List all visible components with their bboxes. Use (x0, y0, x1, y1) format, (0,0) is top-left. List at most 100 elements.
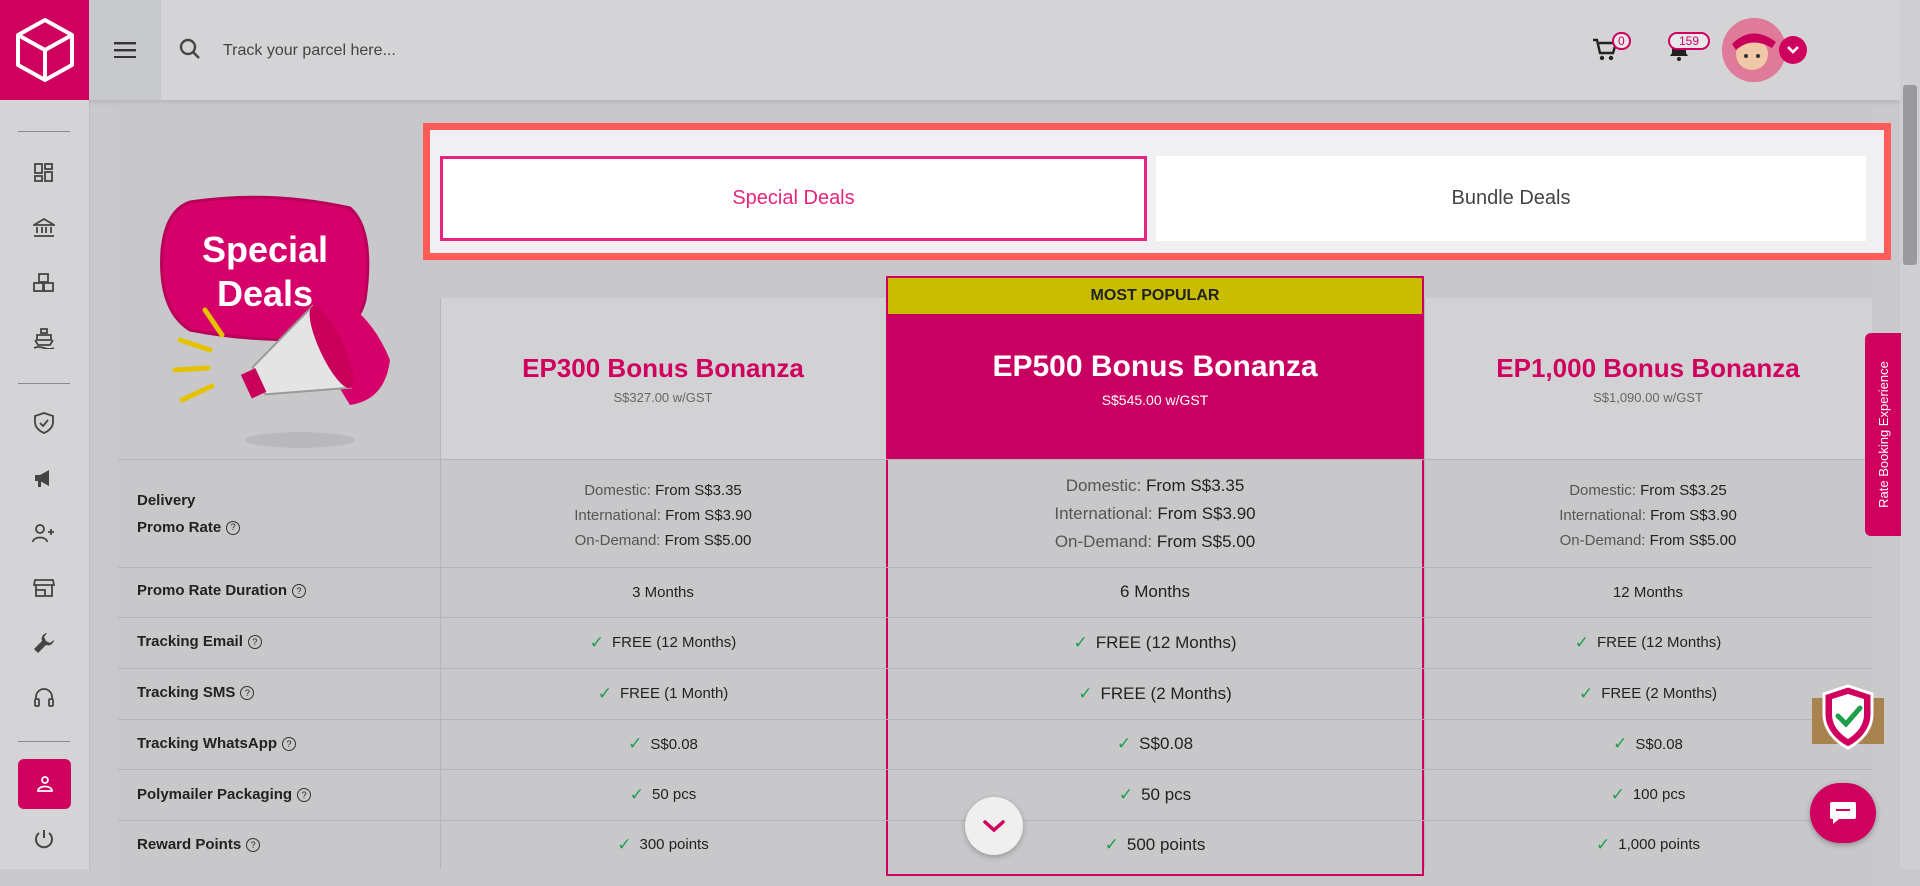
promo-text-line2: Deals (216, 273, 314, 314)
search-icon (179, 38, 201, 65)
row-label-text: Tracking Email (137, 633, 243, 650)
reward-points-cell: ✓ 1,000 points (1424, 820, 1872, 869)
rate-label: On-Demand: (574, 531, 661, 549)
plan-header-ep300: EP300 Bonus Bonanza S$327.00 w/GST (440, 298, 886, 459)
row-label-text: Promo Rate Duration (137, 582, 288, 599)
rate-label: International: (574, 506, 661, 524)
add-user-icon[interactable] (24, 513, 64, 553)
check-icon: ✓ (1073, 632, 1088, 652)
plan-price: S$1,090.00 w/GST (1593, 390, 1703, 405)
tracking-whatsapp-cell: ✓ S$0.08 (888, 719, 1422, 769)
chat-bubble-icon (1830, 802, 1856, 824)
row-label-polymailer: Polymailer Packaging? (137, 786, 312, 803)
check-icon: ✓ (1578, 683, 1594, 703)
row-label-text: Reward Points (137, 836, 242, 853)
check-icon: ✓ (1610, 784, 1625, 804)
search-input[interactable] (221, 30, 825, 72)
plan-header-ep1000: EP1,000 Bonus Bonanza S$1,090.00 w/GST (1424, 298, 1872, 459)
cell-value: S$0.08 (1635, 735, 1683, 753)
tab-bundle-deals[interactable]: Bundle Deals (1156, 156, 1866, 241)
chat-button[interactable] (1810, 783, 1876, 843)
store-icon[interactable] (24, 568, 64, 608)
row-label-text: Tracking SMS (137, 684, 236, 701)
tracking-sms-cell: ✓ FREE (1 Month) (440, 668, 886, 719)
help-icon[interactable]: ? (282, 736, 297, 751)
plan-price: S$327.00 w/GST (613, 390, 713, 405)
scrollbar-thumb[interactable] (1903, 85, 1917, 265)
avatar[interactable] (1722, 18, 1786, 82)
cell-value: FREE (2 Months) (1601, 685, 1718, 702)
help-icon[interactable]: ? (246, 837, 261, 852)
check-icon: ✓ (1104, 834, 1119, 854)
rate-value: From S$3.25 (1640, 481, 1727, 499)
row-label-reward-points: Reward Points? (137, 836, 261, 853)
headset-icon[interactable] (24, 678, 64, 718)
boxes-icon[interactable] (24, 263, 64, 303)
rate-value: From S$3.90 (1650, 506, 1737, 524)
rate-booking-experience-tab[interactable]: Rate Booking Experience (1865, 333, 1901, 536)
help-icon[interactable]: ? (240, 685, 255, 700)
scroll-down-button[interactable] (965, 797, 1023, 855)
tracking-email-cell: ✓ FREE (12 Months) (1424, 617, 1872, 668)
sidebar-divider (18, 741, 70, 742)
help-icon[interactable]: ? (292, 583, 307, 598)
row-label-tracking-sms: Tracking SMS? (137, 684, 255, 701)
reward-points-cell: ✓ 300 points (440, 820, 886, 869)
logo-box-icon[interactable] (0, 0, 89, 100)
polymailer-cell: ✓ 50 pcs (440, 769, 886, 820)
top-bar (89, 0, 1900, 101)
tracking-sms-cell: ✓ FREE (2 Months) (888, 668, 1422, 719)
check-icon: ✓ (597, 683, 612, 703)
cell-value: 1,000 points (1618, 836, 1700, 853)
dashboard-icon[interactable] (24, 153, 64, 193)
rate-label: Domestic: (1065, 476, 1142, 495)
duration-cell: 12 Months (1612, 583, 1684, 601)
megaphone-icon[interactable] (24, 458, 64, 498)
cell-value: FREE (12 Months) (1095, 632, 1237, 652)
cell-value: S$0.08 (1139, 734, 1194, 753)
rate-label: Domestic: (584, 481, 651, 499)
shield-check-icon[interactable] (24, 403, 64, 443)
row-label-text: Delivery (137, 492, 196, 509)
check-icon: ✓ (628, 734, 643, 753)
rate-label: International: (1054, 504, 1153, 523)
hamburger-menu-icon[interactable] (89, 0, 161, 100)
sidebar-divider (18, 383, 70, 384)
help-icon[interactable]: ? (297, 787, 312, 802)
row-label-tracking-email: Tracking Email? (137, 633, 262, 650)
plan-name: EP1,000 Bonus Bonanza (1496, 353, 1800, 383)
check-icon: ✓ (1118, 784, 1134, 804)
check-icon: ✓ (1116, 734, 1132, 753)
rate-value: From S$3.90 (1157, 504, 1256, 523)
help-icon[interactable]: ? (226, 520, 241, 535)
tracking-email-cell: ✓ FREE (12 Months) (440, 617, 886, 668)
chevron-down-icon[interactable] (1779, 36, 1807, 64)
delivery-rate-cell: Domestic: From S$3.25 International: Fro… (1424, 475, 1872, 555)
bank-icon[interactable] (24, 208, 64, 248)
tab-special-deals[interactable]: Special Deals (440, 156, 1147, 241)
cell-value: FREE (1 Month) (619, 685, 729, 702)
help-icon[interactable]: ? (247, 634, 262, 649)
tracking-whatsapp-cell: ✓ S$0.08 (440, 719, 886, 769)
plan-name: EP300 Bonus Bonanza (522, 353, 804, 383)
row-label-text: Promo Rate (137, 519, 222, 536)
sidebar (0, 0, 90, 869)
tracking-sms-cell: ✓ FREE (2 Months) (1424, 668, 1872, 719)
check-icon: ✓ (1078, 683, 1093, 703)
check-icon: ✓ (1596, 834, 1611, 854)
ship-icon[interactable] (24, 318, 64, 358)
cell-value: FREE (12 Months) (612, 634, 737, 651)
special-deals-illustration: Special Deals (150, 190, 400, 450)
rate-label: Domestic: (1569, 481, 1636, 499)
check-icon: ✓ (1613, 734, 1628, 753)
rate-value: From S$5.00 (664, 531, 752, 549)
cell-value: FREE (12 Months) (1597, 634, 1722, 651)
rate-value: From S$5.00 (1156, 532, 1256, 551)
easycover-shield-icon[interactable] (1810, 684, 1886, 754)
row-label-text: Polymailer Packaging (137, 786, 293, 803)
rate-label: On-Demand: (1054, 532, 1153, 551)
rate-label: On-Demand: (1559, 531, 1646, 549)
wrench-icon[interactable] (24, 623, 64, 663)
power-icon[interactable] (24, 819, 64, 859)
profile-icon[interactable] (18, 759, 71, 809)
